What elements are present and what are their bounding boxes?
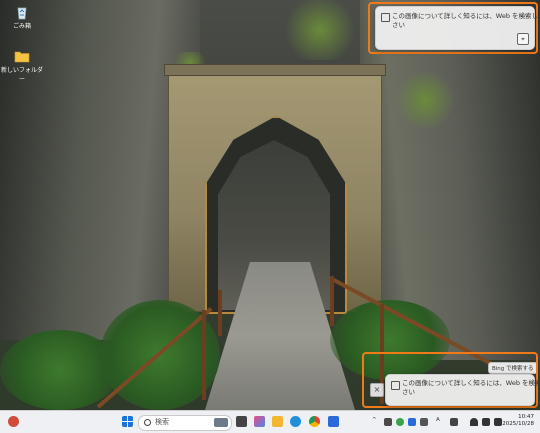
wifi-icon[interactable]: [470, 418, 478, 426]
taskbar-search-box[interactable]: 検索: [138, 415, 232, 431]
image-search-icon: [391, 381, 400, 390]
recycle-bin-icon: [17, 7, 27, 20]
taskbar: 検索 ^ A 10:47 2025/10/28: [0, 410, 540, 433]
wallpaper-moss: [280, 0, 360, 60]
edge-icon[interactable]: [290, 416, 301, 427]
store-icon[interactable]: [328, 416, 339, 427]
clock-date: 2025/10/28: [502, 421, 534, 427]
notification-text-cont: さい: [392, 21, 405, 29]
volume-icon[interactable]: [482, 418, 490, 426]
wallpaper-gate-cap: [164, 64, 386, 76]
desktop-wallpaper: [0, 0, 540, 410]
search-highlight-image: [214, 418, 228, 427]
tray-cloud-icon[interactable]: [408, 418, 416, 426]
task-view-icon[interactable]: [236, 416, 247, 427]
system-clock[interactable]: 10:47 2025/10/28: [502, 414, 534, 428]
close-button[interactable]: ×: [370, 383, 384, 397]
tray-app-icon[interactable]: [396, 418, 404, 426]
wallpaper-rail-post: [218, 290, 222, 336]
windows-start-icon[interactable]: [122, 416, 133, 427]
widgets-icon[interactable]: [8, 416, 19, 427]
clock-time: 10:47: [518, 414, 534, 420]
desktop-icon-label: ごみ箱: [12, 23, 31, 30]
tray-app-icon[interactable]: [450, 418, 458, 426]
visual-search-notification-bottom[interactable]: この画像について詳しく知るには、Web を検索してくだ さい: [385, 374, 540, 406]
desktop-icon-label: 新しいフォルダー: [0, 67, 43, 83]
wallpaper-moss: [395, 70, 455, 130]
chrome-icon[interactable]: [309, 416, 320, 427]
tray-chevron-icon[interactable]: ^: [372, 417, 377, 423]
image-search-icon: [381, 13, 390, 22]
notification-text: この画像について詳しく知るには、Web を検索してくだ: [392, 12, 540, 20]
file-explorer-icon[interactable]: [272, 416, 283, 427]
search-placeholder: 検索: [155, 418, 169, 426]
battery-icon[interactable]: [494, 418, 502, 426]
desktop-icon-new-folder[interactable]: 新しいフォルダー: [0, 48, 44, 83]
visual-search-notification-top[interactable]: この画像について詳しく知るには、Web を検索してくだ さい ... ⌖: [375, 6, 540, 50]
tray-app-icon[interactable]: [384, 418, 392, 426]
ime-indicator[interactable]: A: [436, 417, 440, 423]
copilot-icon[interactable]: [254, 416, 265, 427]
wallpaper-rail-post: [202, 310, 206, 400]
search-icon: [144, 419, 151, 426]
lens-icon[interactable]: ⌖: [517, 33, 529, 45]
wallpaper-rail-post: [330, 276, 334, 326]
notification-text: この画像について詳しく知るには、Web を検索してくだ: [402, 379, 540, 387]
notification-text-cont: さい: [402, 388, 415, 396]
tray-app-icon[interactable]: [420, 418, 428, 426]
more-options-button[interactable]: ...: [520, 10, 528, 19]
folder-icon: [14, 51, 30, 63]
desktop-icon-recycle-bin[interactable]: ごみ箱: [0, 4, 44, 30]
